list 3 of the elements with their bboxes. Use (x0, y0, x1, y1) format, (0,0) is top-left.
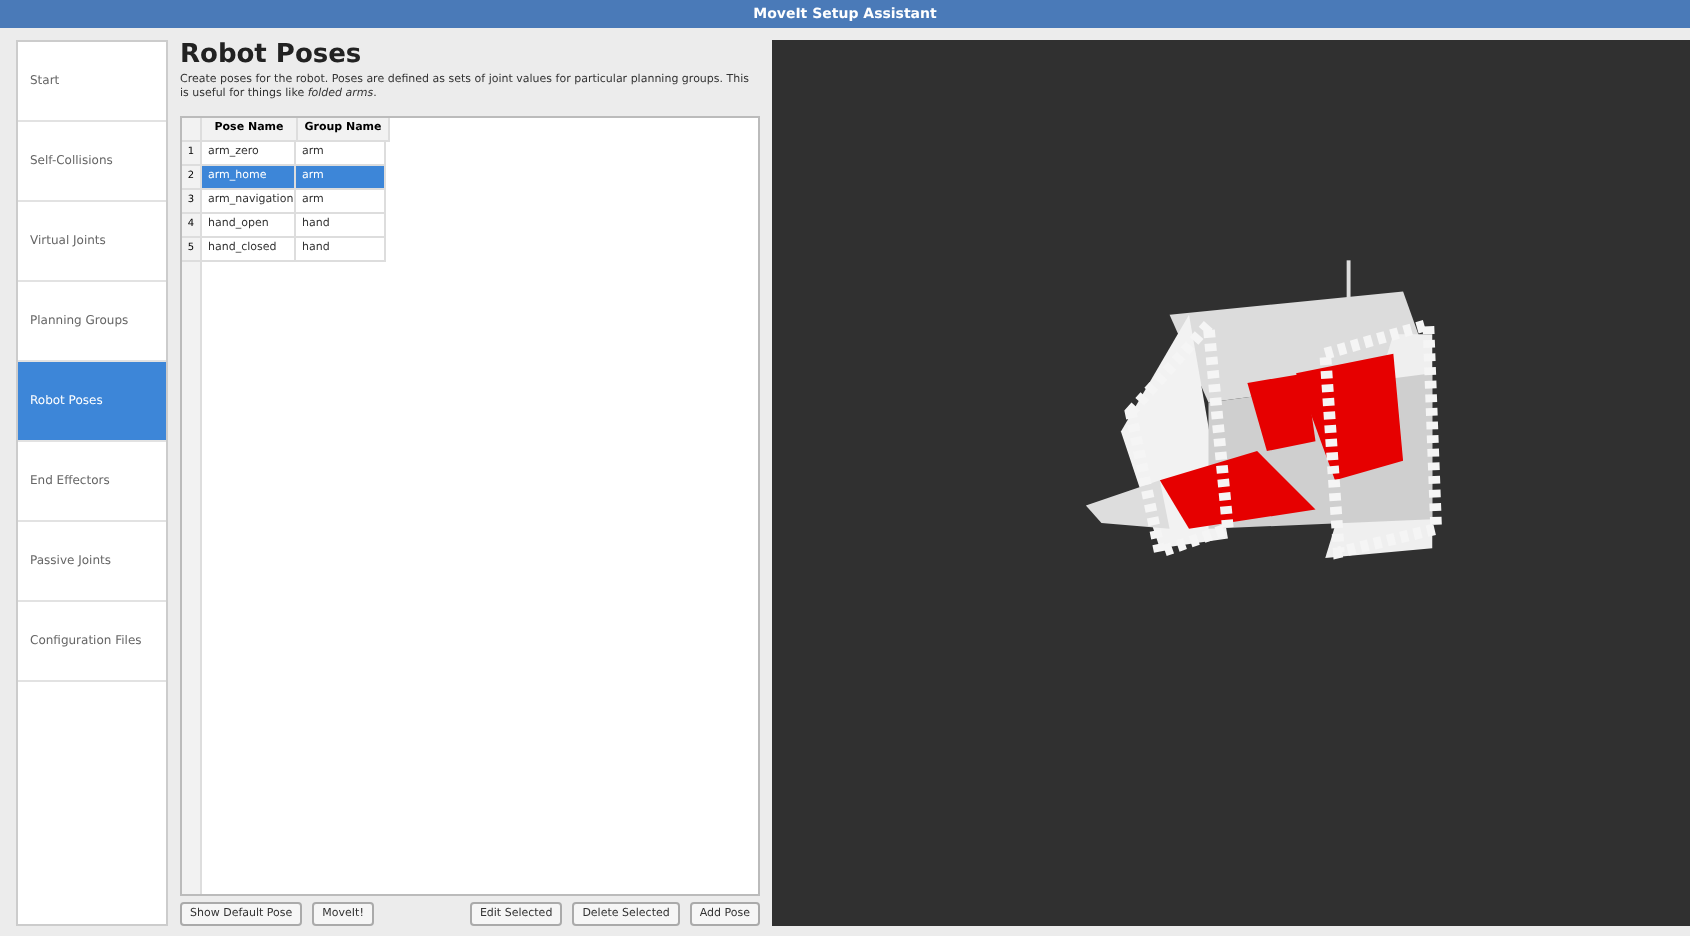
3d-viewport[interactable] (772, 40, 1690, 926)
page-title: Robot Poses (180, 40, 364, 70)
table-corner (182, 117, 202, 142)
